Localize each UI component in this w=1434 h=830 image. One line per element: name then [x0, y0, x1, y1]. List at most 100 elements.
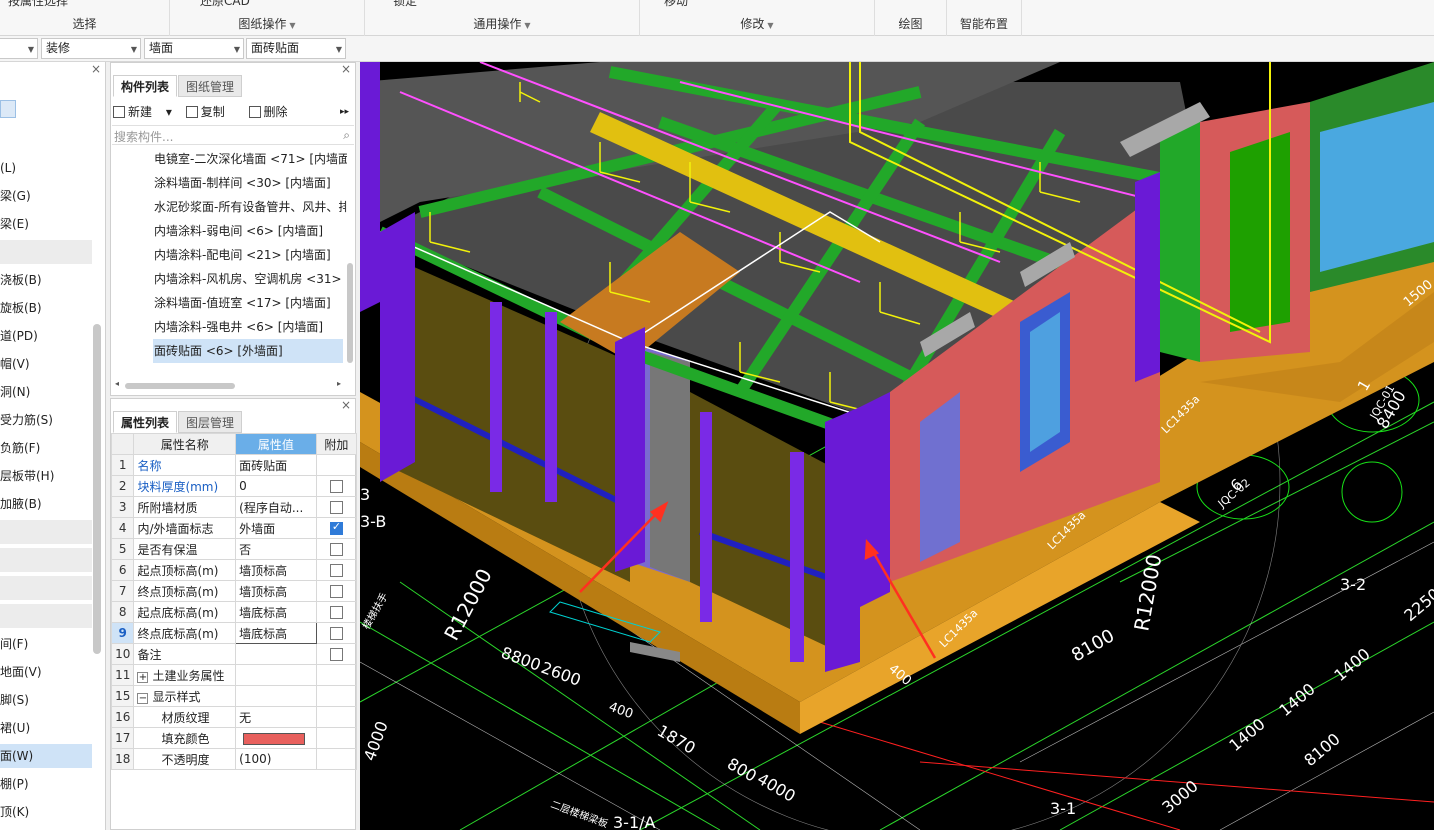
category-combo[interactable]: 装修 ▼ — [41, 38, 141, 59]
close-icon[interactable]: × — [91, 62, 101, 76]
tree-item[interactable]: (L) — [0, 156, 92, 180]
scroll-left-icon[interactable]: ◂ — [115, 379, 119, 388]
list-hscrollbar[interactable]: ◂ ▸ — [111, 379, 355, 393]
tree-item[interactable]: 梁(E) — [0, 212, 92, 236]
property-value[interactable]: 否 — [235, 538, 317, 560]
property-row[interactable]: 16 材质纹理 无 — [110, 706, 358, 728]
component-list-item[interactable]: 内墙涂料-强电井 <6> [内墙面] — [111, 315, 347, 339]
collapse-icon[interactable]: − — [137, 692, 149, 704]
tab-component-list[interactable]: 构件列表 — [113, 75, 178, 97]
more-icon[interactable]: ▸▸ — [340, 100, 349, 124]
tree-item[interactable]: 负筋(F) — [0, 436, 92, 460]
tree-section-header[interactable] — [0, 240, 92, 264]
chevron-down-icon[interactable]: ▼ — [289, 21, 295, 30]
property-value[interactable]: 墙顶标高 — [235, 580, 317, 602]
tab-drawing-management[interactable]: 图纸管理 — [178, 75, 243, 97]
tree-item[interactable]: 面(W) — [0, 744, 92, 768]
property-row[interactable]: 7 终点顶标高(m) 墙顶标高 — [110, 580, 358, 602]
property-value[interactable]: 墙顶标高 — [235, 559, 317, 581]
floor-combo[interactable]: ▼ — [0, 38, 38, 59]
component-list-item[interactable]: 内墙涂料-配电间 <21> [内墙面] — [111, 243, 347, 267]
property-row[interactable]: 18 不透明度 (100) — [110, 748, 358, 770]
type-combo[interactable]: 墙面 ▼ — [144, 38, 244, 59]
list-vscrollbar[interactable] — [347, 263, 353, 363]
3d-viewport[interactable]: 3-B 3 3-1/A 3-1 3-2 R12000 R12000 8800 2… — [360, 62, 1434, 830]
delete-button[interactable]: 删除 — [248, 105, 298, 119]
component-list-item[interactable]: 水泥砂浆面-所有设备管井、风井、排 — [111, 195, 347, 219]
ribbon-group-select[interactable]: 按属性选择 选择 — [0, 0, 170, 36]
tree-item[interactable]: 层板带(H) — [0, 464, 92, 488]
ribbon-modify-top[interactable]: 移动 — [664, 0, 688, 9]
tree-scrollbar[interactable] — [93, 324, 101, 654]
extra-checkbox[interactable] — [329, 543, 343, 556]
property-row[interactable]: 1 名称 面砖贴面 — [110, 454, 358, 476]
property-row[interactable]: 11 + 土建业务属性 — [110, 664, 358, 686]
ribbon-group-drawing-ops[interactable]: 还原CAD 图纸操作 ▼ — [170, 0, 365, 36]
tree-item[interactable]: 棚(P) — [0, 772, 92, 796]
property-value[interactable]: 墙底标高 — [235, 622, 317, 644]
tree-section-header[interactable] — [0, 520, 92, 544]
property-row[interactable]: 3 所附墙材质 (程序自动... — [110, 496, 358, 518]
tree-item[interactable]: 地面(V) — [0, 660, 92, 684]
component-combo[interactable]: 面砖贴面 ▼ — [246, 38, 346, 59]
tab-layer-management[interactable]: 图层管理 — [178, 411, 243, 433]
extra-checkbox[interactable] — [329, 480, 343, 493]
property-row[interactable]: 5 是否有保温 否 — [110, 538, 358, 560]
tree-section-header[interactable] — [0, 604, 92, 628]
property-row[interactable]: 17 填充颜色 — [110, 727, 358, 749]
copy-button[interactable]: 复制 — [185, 105, 235, 119]
tree-section-header[interactable] — [0, 576, 92, 600]
property-row[interactable]: 6 起点顶标高(m) 墙顶标高 — [110, 559, 358, 581]
property-value[interactable]: (程序自动... — [235, 496, 317, 518]
tree-item[interactable]: 道(PD) — [0, 324, 92, 348]
fill-color-swatch[interactable] — [243, 732, 306, 745]
tree-item[interactable]: 裙(U) — [0, 716, 92, 740]
ribbon-group-draw[interactable]: 绘图 — [875, 0, 947, 36]
3d-model-canvas[interactable]: 3-B 3 3-1/A 3-1 3-2 R12000 R12000 8800 2… — [360, 62, 1434, 830]
property-row[interactable]: 9 终点底标高(m) 墙底标高 — [110, 622, 358, 644]
property-value[interactable]: 外墙面 — [235, 517, 317, 539]
property-value[interactable]: 无 — [235, 706, 317, 728]
property-row[interactable]: 2 块料厚度(mm) 0 — [110, 475, 358, 497]
extra-checkbox[interactable] — [329, 606, 343, 619]
component-list-item[interactable]: 电镜室-二次深化墙面 <71> [内墙面] — [111, 147, 347, 171]
scroll-right-icon[interactable]: ▸ — [337, 379, 341, 388]
tree-item[interactable]: 间(F) — [0, 632, 92, 656]
ribbon-group-smart[interactable]: 智能布置 — [947, 0, 1022, 36]
tree-item[interactable]: 洞(N) — [0, 380, 92, 404]
tree-item[interactable]: 帽(V) — [0, 352, 92, 376]
property-row[interactable]: 10 备注 — [110, 643, 358, 665]
ribbon-general-top[interactable]: 锁定 — [393, 0, 417, 9]
chevron-down-icon[interactable]: ▼ — [767, 21, 773, 30]
property-row[interactable]: 8 起点底标高(m) 墙底标高 — [110, 601, 358, 623]
component-list-item[interactable]: 涂料墙面-值班室 <17> [内墙面] — [111, 291, 347, 315]
extra-checkbox[interactable] — [329, 520, 343, 535]
ribbon-group-modify[interactable]: 移动 修改 ▼ — [640, 0, 875, 36]
tree-item[interactable]: 浇板(B) — [0, 268, 92, 292]
property-value[interactable] — [235, 685, 317, 707]
chevron-down-icon[interactable]: ▼ — [234, 42, 240, 57]
property-value[interactable]: 墙底标高 — [235, 601, 317, 623]
close-icon[interactable]: × — [341, 398, 351, 412]
new-button[interactable]: 新建 ▾ — [113, 105, 172, 119]
property-row[interactable]: 15− 显示样式 — [110, 685, 358, 707]
component-list-item[interactable]: 内墙涂料-风机房、空调机房 <31> — [111, 267, 347, 291]
extra-checkbox[interactable] — [329, 648, 343, 661]
tab-property-list[interactable]: 属性列表 — [113, 411, 178, 433]
property-value[interactable]: (100) — [235, 748, 317, 770]
ribbon-select-top[interactable]: 按属性选择 — [8, 0, 68, 9]
search-icon[interactable]: ⌕ — [343, 128, 350, 143]
extra-checkbox[interactable] — [329, 564, 343, 577]
component-list-item[interactable]: 涂料墙面-制样间 <30> [内墙面] — [111, 171, 347, 195]
property-value[interactable] — [235, 727, 317, 749]
component-list-item[interactable]: 内墙涂料-弱电间 <6> [内墙面] — [111, 219, 347, 243]
property-value[interactable]: 面砖贴面 — [235, 454, 317, 476]
expand-icon[interactable]: + — [137, 671, 149, 683]
extra-checkbox[interactable] — [329, 501, 343, 514]
close-icon[interactable]: × — [341, 62, 351, 76]
ribbon-group-general-ops[interactable]: 锁定 通用操作 ▼ — [365, 0, 640, 36]
tree-item[interactable]: 加腋(B) — [0, 492, 92, 516]
property-value[interactable]: 0 — [235, 475, 317, 497]
extra-checkbox[interactable] — [329, 585, 343, 598]
chevron-down-icon[interactable]: ▼ — [336, 42, 342, 57]
